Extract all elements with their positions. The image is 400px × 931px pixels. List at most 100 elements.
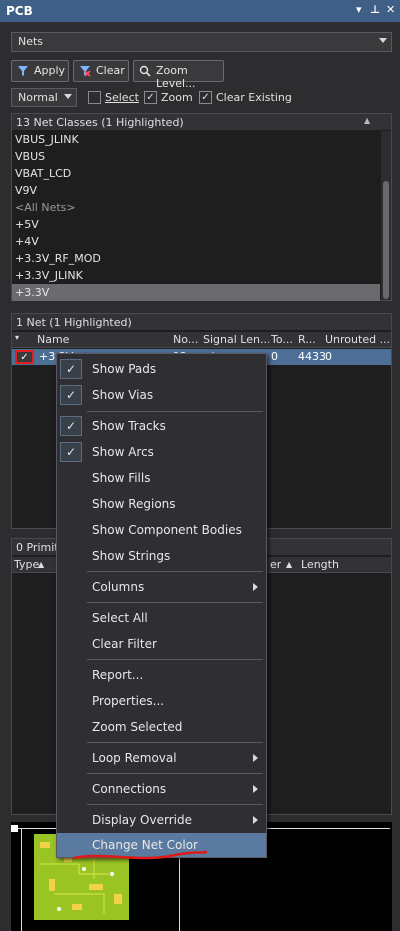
close-icon[interactable]: ✕ bbox=[386, 3, 395, 16]
menu-item-zoom-selected[interactable]: Zoom Selected bbox=[57, 715, 266, 739]
net-row-checkbox[interactable]: ✓ bbox=[15, 350, 34, 364]
zoom-checkbox[interactable]: ✓ bbox=[144, 91, 157, 104]
menu-item-report[interactable]: Report... bbox=[57, 663, 266, 687]
list-item[interactable]: VBUS bbox=[12, 148, 380, 165]
chevron-down-icon bbox=[379, 38, 387, 43]
chevron-down-icon bbox=[64, 94, 72, 99]
column-nodes[interactable]: No... bbox=[173, 333, 201, 346]
column-signal-length[interactable]: Signal Len... bbox=[203, 333, 269, 346]
preview-handle[interactable] bbox=[11, 825, 18, 832]
menu-item-label: Display Override bbox=[92, 813, 192, 827]
check-icon: ✓ bbox=[60, 416, 82, 436]
net-routed: 4433 bbox=[298, 350, 326, 363]
sort-arrow-icon: ▲ bbox=[364, 116, 371, 125]
list-item[interactable]: +5V bbox=[12, 216, 380, 233]
list-item[interactable]: VBAT_LCD bbox=[12, 165, 380, 182]
menu-separator bbox=[87, 411, 263, 412]
menu-item-label: Show Strings bbox=[92, 549, 171, 563]
preview-frame-line bbox=[21, 828, 22, 931]
zoom-level-button[interactable]: Zoom Level... bbox=[133, 60, 224, 90]
menu-separator bbox=[87, 773, 263, 774]
list-item[interactable]: +4V bbox=[12, 233, 380, 250]
apply-button-label: Apply bbox=[34, 64, 66, 77]
menu-item-label: Show Fills bbox=[92, 471, 151, 485]
list-item[interactable]: <All Nets> bbox=[12, 199, 380, 216]
clear-existing-checkbox[interactable]: ✓ bbox=[199, 91, 212, 104]
nets-header-text: 1 Net (1 Highlighted) bbox=[16, 316, 132, 329]
menu-item-label: Clear Filter bbox=[92, 637, 157, 651]
menu-item-label: Show Vias bbox=[92, 388, 154, 402]
menu-item-label: Show Tracks bbox=[92, 419, 166, 433]
list-item[interactable]: +3.3V_RF_MOD bbox=[12, 250, 380, 267]
net-total: 0 bbox=[271, 350, 278, 363]
mode-dropdown-value: Nets bbox=[18, 35, 44, 48]
net-classes-panel: 13 Net Classes (1 Highlighted) VBUS_JLIN… bbox=[11, 113, 392, 301]
menu-item-label: Report... bbox=[92, 668, 144, 682]
apply-button[interactable]: Apply bbox=[11, 60, 69, 82]
select-label: Select bbox=[105, 91, 139, 104]
clear-filter-icon bbox=[79, 65, 91, 80]
clear-existing-label-text: Clear Existing bbox=[216, 91, 292, 104]
red-underline-annotation bbox=[72, 850, 208, 860]
menu-separator bbox=[87, 571, 263, 572]
zoom-label-text: Zoom bbox=[161, 91, 193, 104]
checkbox-column-icon: ▾ bbox=[15, 333, 20, 342]
select-checkbox[interactable] bbox=[88, 91, 101, 104]
list-item[interactable]: V9V bbox=[12, 182, 380, 199]
menu-item-show-vias[interactable]: ✓ Show Vias bbox=[57, 383, 266, 407]
column-total[interactable]: To... bbox=[271, 333, 295, 346]
net-unrouted: 0 bbox=[325, 350, 332, 363]
list-item[interactable]: +3.3V_JLINK bbox=[12, 267, 380, 284]
mode-dropdown[interactable]: Nets bbox=[11, 32, 392, 52]
menu-item-show-pads[interactable]: ✓ Show Pads bbox=[57, 357, 266, 381]
menu-item-label: Show Pads bbox=[92, 362, 157, 376]
mask-mode-dropdown[interactable]: Normal bbox=[11, 88, 77, 107]
net-classes-scrollbar[interactable] bbox=[381, 131, 391, 300]
sort-arrow-icon: ▲ bbox=[286, 560, 293, 569]
zoom-label: Zoom bbox=[161, 91, 193, 104]
check-icon: ✓ bbox=[60, 385, 82, 405]
menu-separator bbox=[87, 742, 263, 743]
menu-item-label: Loop Removal bbox=[92, 751, 177, 765]
nets-header: 1 Net (1 Highlighted) bbox=[12, 314, 391, 330]
menu-item-label: Show Regions bbox=[92, 497, 176, 511]
column-layer[interactable]: er bbox=[270, 558, 281, 571]
menu-separator bbox=[87, 804, 263, 805]
menu-separator bbox=[87, 659, 263, 660]
panel-menu-icon[interactable]: ▾ bbox=[356, 3, 362, 16]
clear-button-label: Clear bbox=[96, 64, 125, 77]
menu-item-clear-filter[interactable]: Clear Filter bbox=[57, 632, 266, 656]
submenu-arrow-icon bbox=[253, 583, 258, 591]
menu-item-show-fills[interactable]: Show Fills bbox=[57, 466, 266, 490]
column-unrouted[interactable]: Unrouted ... bbox=[325, 333, 391, 346]
list-item-selected[interactable]: +3.3V bbox=[12, 284, 380, 301]
column-name[interactable]: Name bbox=[37, 333, 69, 346]
menu-item-show-regions[interactable]: Show Regions bbox=[57, 492, 266, 516]
pin-icon[interactable]: ⊥ bbox=[370, 3, 380, 16]
menu-item-label: Properties... bbox=[92, 694, 165, 708]
net-classes-list[interactable]: VBUS_JLINK VBUS VBAT_LCD V9V <All Nets> … bbox=[12, 131, 380, 301]
menu-item-show-tracks[interactable]: ✓ Show Tracks bbox=[57, 414, 266, 438]
column-routed[interactable]: R... bbox=[298, 333, 322, 346]
menu-item-display-override[interactable]: Display Override bbox=[57, 808, 266, 832]
column-length[interactable]: Length bbox=[301, 558, 339, 571]
menu-item-label: Zoom Selected bbox=[92, 720, 183, 734]
sort-arrow-icon: ▲ bbox=[38, 560, 45, 569]
mask-mode-value: Normal bbox=[18, 91, 58, 104]
context-menu: ✓ Show Pads ✓ Show Vias ✓ Show Tracks ✓ … bbox=[56, 353, 267, 858]
menu-item-show-component-bodies[interactable]: Show Component Bodies bbox=[57, 518, 266, 542]
column-type[interactable]: Type bbox=[14, 558, 39, 571]
clear-button[interactable]: Clear bbox=[73, 60, 129, 82]
list-item[interactable]: VBUS_JLINK bbox=[12, 131, 380, 148]
menu-item-label: Select All bbox=[92, 611, 148, 625]
menu-item-loop-removal[interactable]: Loop Removal bbox=[57, 746, 266, 770]
menu-item-label: Show Arcs bbox=[92, 445, 154, 459]
menu-item-properties[interactable]: Properties... bbox=[57, 689, 266, 713]
menu-item-show-strings[interactable]: Show Strings bbox=[57, 544, 266, 568]
check-icon: ✓ bbox=[60, 442, 82, 462]
menu-item-select-all[interactable]: Select All bbox=[57, 606, 266, 630]
scrollbar-thumb[interactable] bbox=[383, 181, 389, 299]
menu-item-connections[interactable]: Connections bbox=[57, 777, 266, 801]
menu-item-show-arcs[interactable]: ✓ Show Arcs bbox=[57, 440, 266, 464]
menu-item-columns[interactable]: Columns bbox=[57, 575, 266, 599]
